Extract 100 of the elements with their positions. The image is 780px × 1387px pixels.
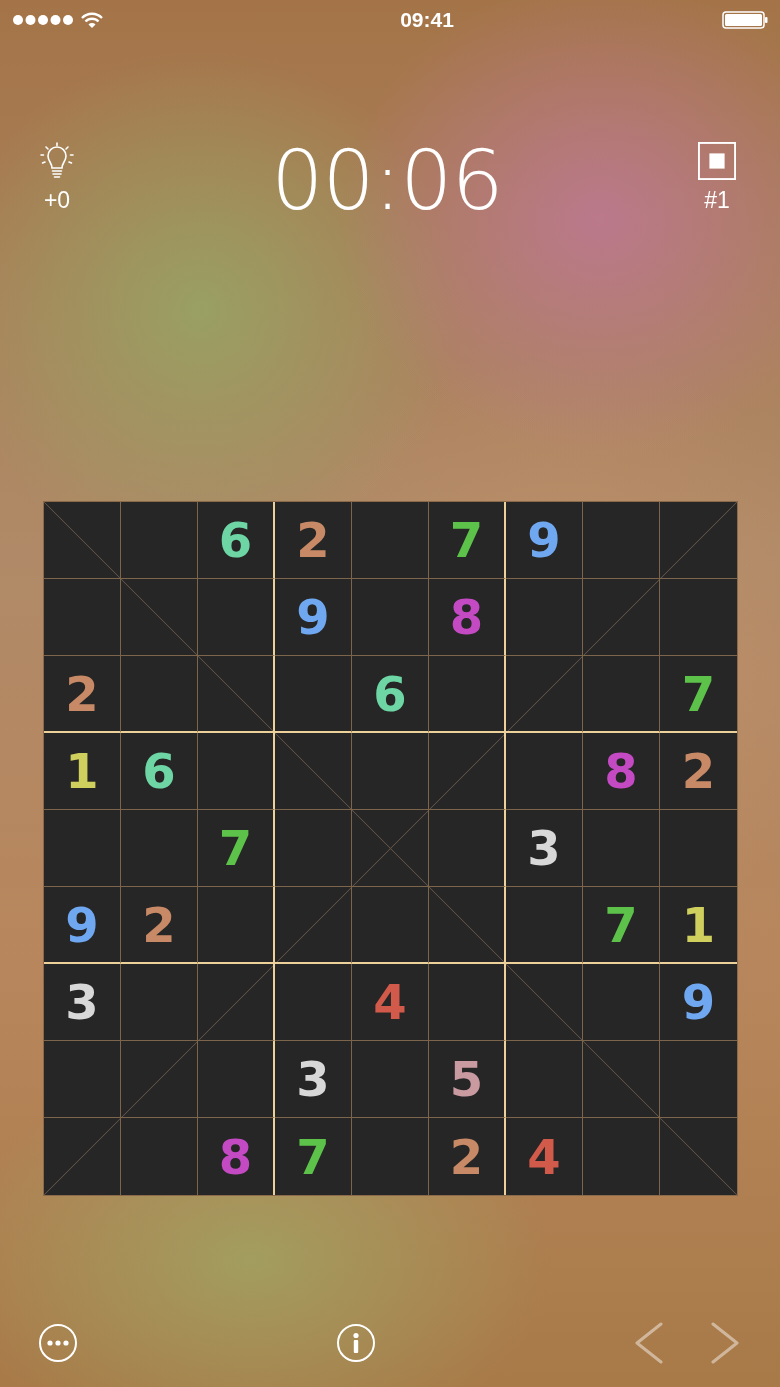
- board-cell[interactable]: [121, 810, 198, 887]
- board-cell[interactable]: [121, 964, 198, 1041]
- board-cell[interactable]: [44, 579, 121, 656]
- stop-icon[interactable]: [698, 142, 736, 180]
- board-cell[interactable]: 9: [660, 964, 737, 1041]
- board-cell[interactable]: [506, 964, 583, 1041]
- cell-digit: 9: [65, 900, 99, 949]
- cell-digit: 2: [449, 1132, 484, 1181]
- board-cell[interactable]: 6: [121, 733, 198, 810]
- board-cell[interactable]: 9: [506, 502, 583, 579]
- cell-digit: 8: [449, 593, 484, 641]
- cell-digit: 2: [65, 669, 99, 718]
- cell-digit: 5: [449, 1055, 484, 1103]
- board-cell[interactable]: [121, 656, 198, 733]
- cell-digit: 8: [218, 1132, 253, 1181]
- board-cell[interactable]: 4: [352, 964, 429, 1041]
- cell-digit: 9: [296, 593, 330, 641]
- board-cell[interactable]: [275, 964, 352, 1041]
- board-cell[interactable]: [121, 579, 198, 656]
- board-cell[interactable]: 9: [44, 887, 121, 964]
- board-cell[interactable]: [583, 502, 660, 579]
- status-time: 09:41: [400, 8, 454, 32]
- cell-digit: 7: [449, 516, 484, 564]
- cell-digit: 2: [296, 516, 330, 564]
- board-cell[interactable]: [583, 810, 660, 887]
- board-cell[interactable]: 2: [275, 502, 352, 579]
- timer: 00:06: [271, 140, 503, 222]
- cell-digit: 3: [65, 978, 99, 1026]
- hint-count: +0: [43, 188, 71, 212]
- cell-digit: 3: [527, 824, 561, 872]
- board-cell[interactable]: [44, 502, 121, 579]
- cell-digit: 6: [373, 669, 407, 718]
- board-cell[interactable]: [506, 579, 583, 656]
- board-cell[interactable]: [506, 887, 583, 964]
- lightbulb-icon[interactable]: [39, 142, 75, 180]
- board-cell[interactable]: 4: [506, 1118, 583, 1195]
- cell-digit: 4: [373, 978, 407, 1026]
- board-cell[interactable]: 2: [121, 887, 198, 964]
- cell-digit: 3: [296, 1055, 330, 1103]
- board-cell[interactable]: 8: [583, 733, 660, 810]
- board-cell[interactable]: [44, 1041, 121, 1118]
- cell-digit: 7: [218, 824, 253, 872]
- board-cell[interactable]: 2: [44, 656, 121, 733]
- board-cell[interactable]: [44, 810, 121, 887]
- board-cell[interactable]: [121, 502, 198, 579]
- cell-digit: 9: [681, 978, 716, 1026]
- board-cell[interactable]: [352, 1041, 429, 1118]
- board-cell[interactable]: [275, 810, 352, 887]
- board-cell[interactable]: 7: [583, 887, 660, 964]
- info-icon[interactable]: [336, 1323, 376, 1363]
- cell-digit: 7: [296, 1132, 330, 1181]
- board-cell[interactable]: [275, 656, 352, 733]
- board-cell[interactable]: [352, 733, 429, 810]
- wifi-icon: [80, 11, 104, 29]
- cell-digit: 7: [604, 900, 638, 949]
- cell-digit: 4: [527, 1132, 561, 1181]
- board-cell[interactable]: [583, 656, 660, 733]
- board-cell[interactable]: [352, 502, 429, 579]
- board-cell[interactable]: [506, 656, 583, 733]
- puzzle-number: #1: [704, 188, 730, 212]
- cell-digit: 2: [142, 900, 176, 949]
- board-cell[interactable]: 2: [660, 733, 737, 810]
- cell-digit: 6: [218, 516, 253, 564]
- board-cell[interactable]: [583, 579, 660, 656]
- board-cell[interactable]: 6: [352, 656, 429, 733]
- board-cell[interactable]: [506, 733, 583, 810]
- board-cell[interactable]: 3: [506, 810, 583, 887]
- board-cell[interactable]: 7: [429, 502, 506, 579]
- board-cell[interactable]: 8: [429, 579, 506, 656]
- board-cell[interactable]: 3: [44, 964, 121, 1041]
- board-cell[interactable]: 6: [198, 502, 275, 579]
- board-cell[interactable]: [583, 964, 660, 1041]
- board-cell[interactable]: [506, 1041, 583, 1118]
- cell-digit: 1: [65, 747, 99, 795]
- board-cell[interactable]: 1: [660, 887, 737, 964]
- cell-digit: 2: [681, 747, 716, 795]
- board-cell[interactable]: [352, 810, 429, 887]
- board-cell[interactable]: [352, 579, 429, 656]
- board-cell[interactable]: [121, 1041, 198, 1118]
- cell-digit: 9: [527, 516, 561, 564]
- board-cell[interactable]: [352, 887, 429, 964]
- board-cell[interactable]: [275, 887, 352, 964]
- board-cell[interactable]: 7: [275, 1118, 352, 1195]
- board-cell[interactable]: 7: [198, 810, 275, 887]
- board-cell[interactable]: 7: [660, 656, 737, 733]
- board-cell[interactable]: [583, 1041, 660, 1118]
- board-cell[interactable]: 1: [44, 733, 121, 810]
- board-cell[interactable]: 9: [275, 579, 352, 656]
- board-cell[interactable]: 5: [429, 1041, 506, 1118]
- board-cell[interactable]: 2: [429, 1118, 506, 1195]
- battery-icon: [722, 11, 768, 29]
- more-icon[interactable]: [38, 1323, 78, 1363]
- board-cell[interactable]: [275, 733, 352, 810]
- signal-icon: [12, 14, 74, 26]
- cell-digit: 7: [681, 669, 716, 718]
- board-cell[interactable]: 3: [275, 1041, 352, 1118]
- cell-digit: 1: [681, 900, 716, 949]
- cell-digit: 8: [604, 747, 638, 795]
- cell-digit: 6: [142, 747, 176, 795]
- board-cell[interactable]: 8: [198, 1118, 275, 1195]
